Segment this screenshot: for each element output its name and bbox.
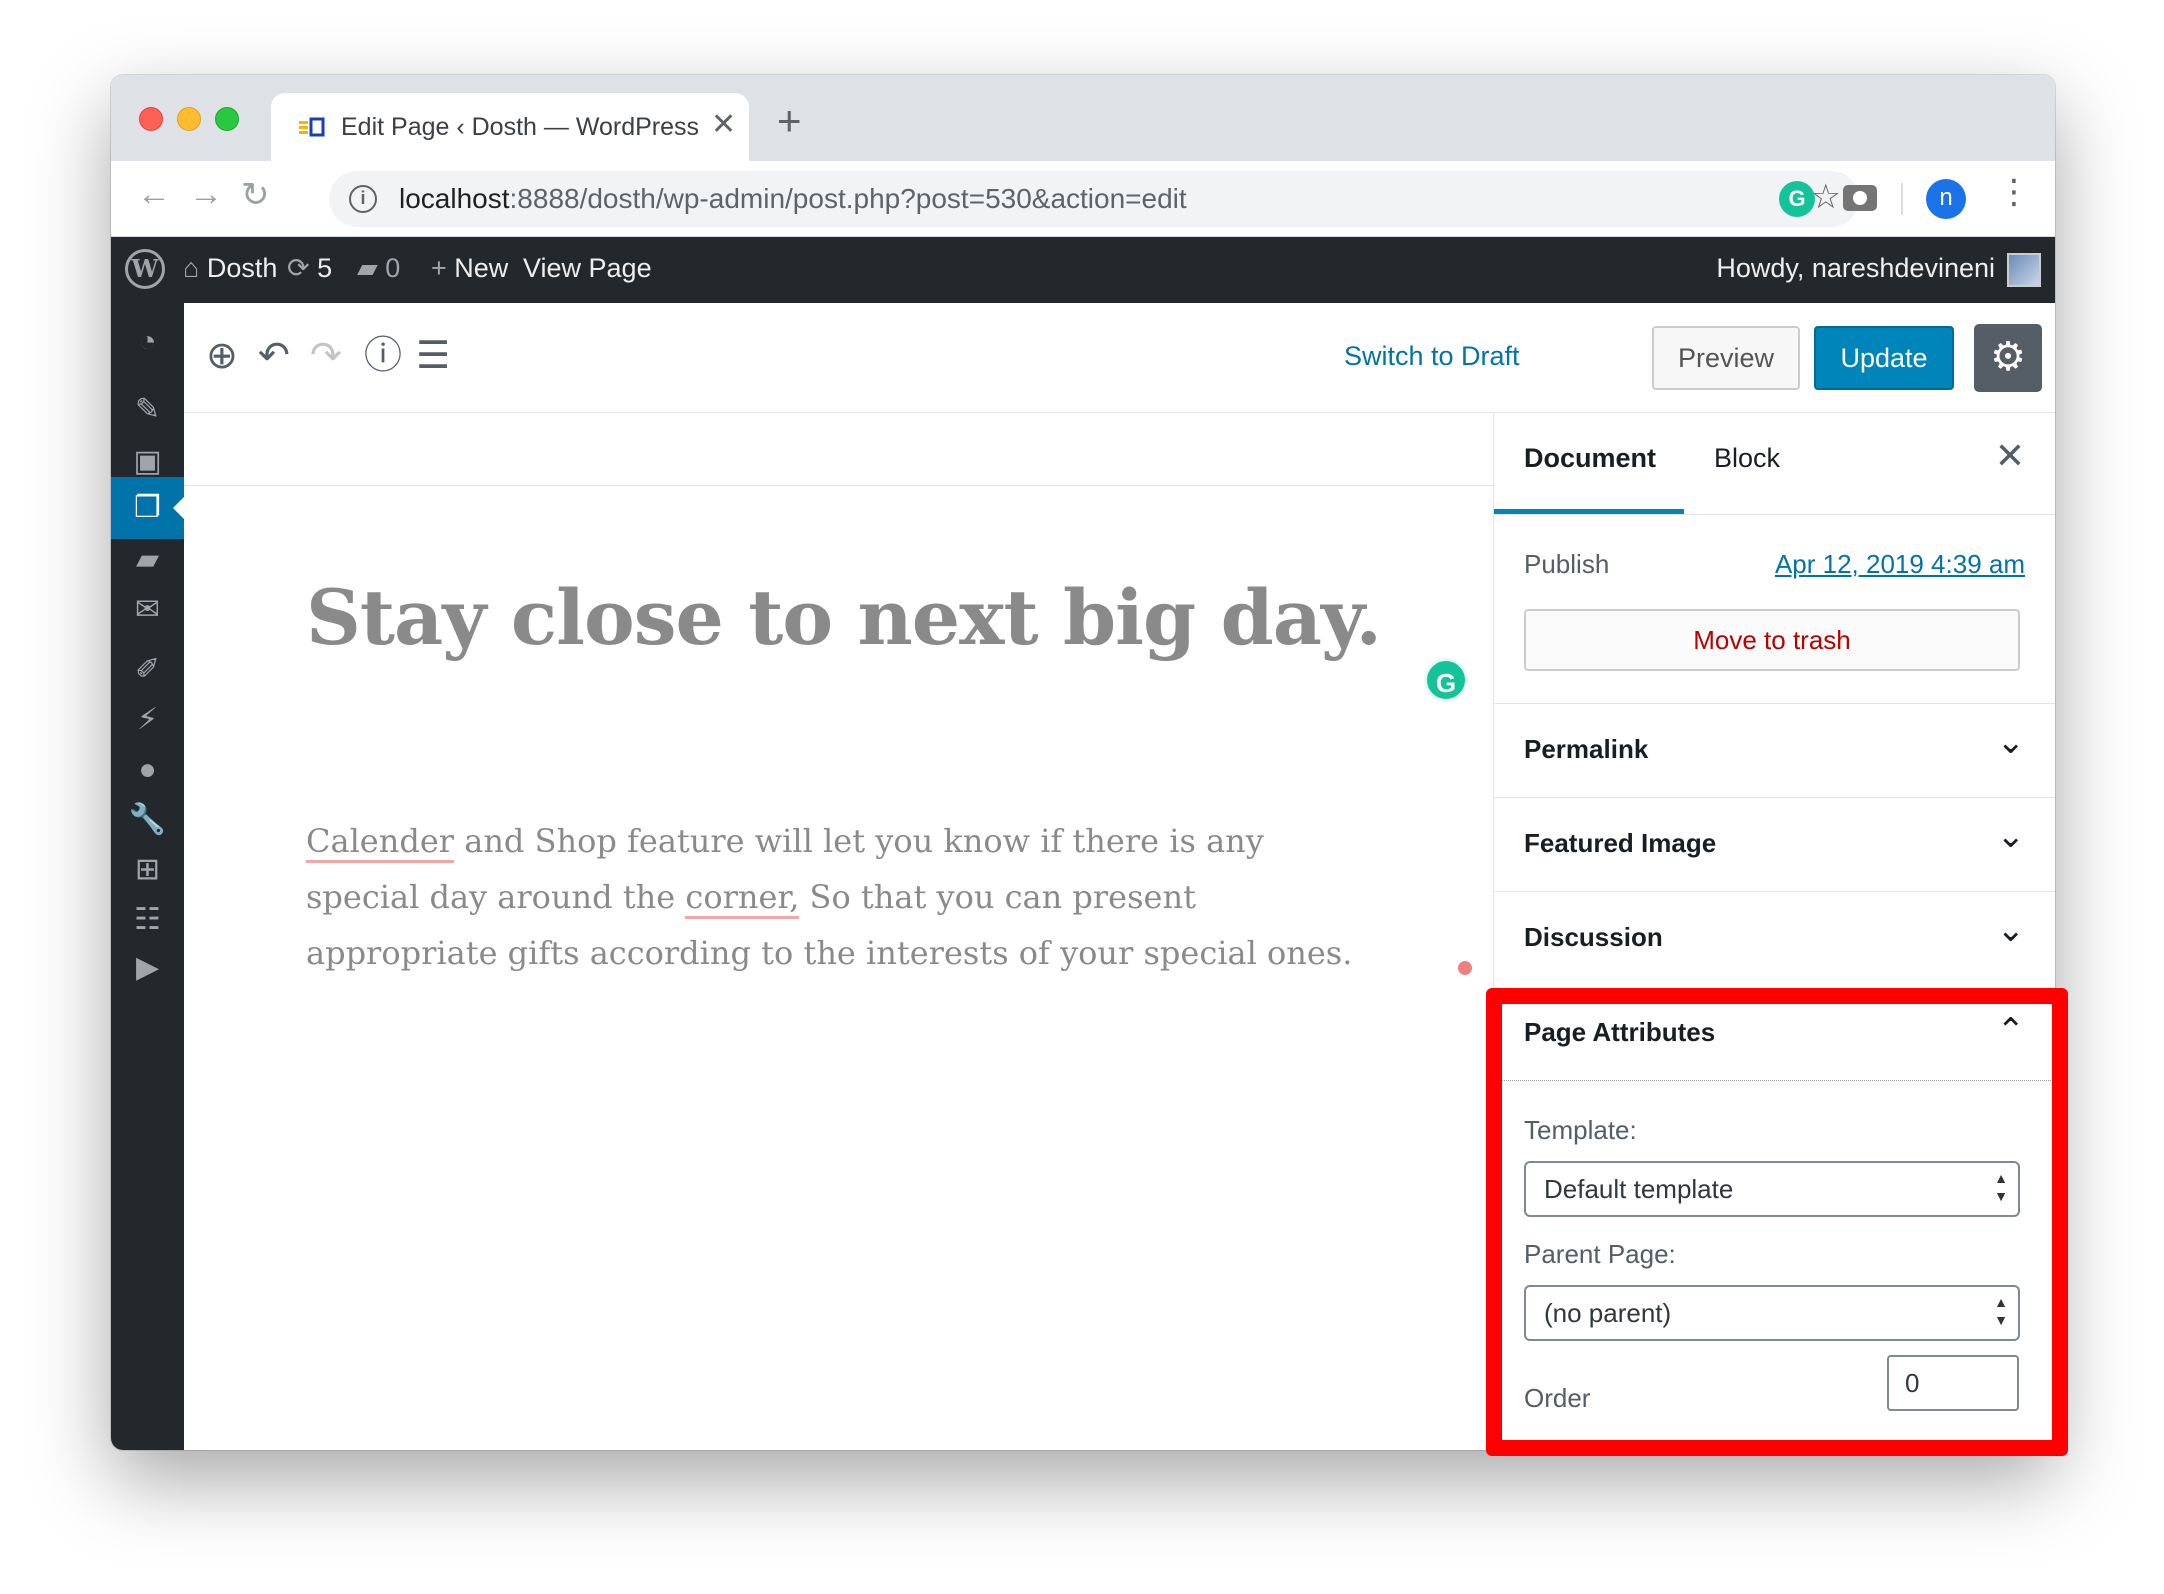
comment-icon: ▰ (357, 253, 378, 283)
view-page-link[interactable]: View Page (523, 253, 652, 284)
back-icon[interactable]: ← (137, 175, 171, 214)
settings-gear-button[interactable]: ⚙ (1974, 324, 2042, 392)
publish-label: Publish (1524, 549, 1610, 579)
redo-icon[interactable]: ↷ (310, 337, 342, 375)
home-icon: ⌂ (183, 253, 200, 283)
content-divider (184, 485, 1493, 486)
wp-admin-bar: W ⌂ Dosth ⟳ 5 ▰ 0 + New View Page Howdy,… (111, 237, 2055, 303)
tab-block[interactable]: Block (1714, 443, 1780, 474)
close-window-button[interactable] (139, 107, 163, 131)
forward-icon[interactable]: → (189, 175, 223, 214)
panel-title: Featured Image (1524, 828, 1717, 858)
add-block-icon[interactable]: ⊕ (206, 337, 238, 375)
browser-tab[interactable]: Edit Page ‹ Dosth — WordPress ✕ (271, 93, 749, 161)
preview-button[interactable]: Preview (1652, 326, 1800, 390)
tab-document[interactable]: Document (1524, 443, 1656, 474)
admin-side-menu: ◔ ✎ ▣ ❐ ▰ ✉ ✐ ⚡ ● 🔧 ⊞ ☷ ▶ (111, 303, 184, 1450)
plus-icon: + (431, 253, 447, 283)
undo-icon[interactable]: ↶ (258, 337, 290, 375)
featured-image-panel[interactable]: Featured Image ⌄ (1494, 797, 2055, 891)
tab-close-icon[interactable]: ✕ (711, 107, 736, 142)
tab-title: Edit Page ‹ Dosth — WordPress (341, 113, 700, 141)
dashboard-icon[interactable]: ◔ (111, 311, 184, 373)
grammarly-icon[interactable]: G (1424, 658, 1468, 702)
highlight-frame (1486, 988, 2068, 1456)
browser-toolbar: ← → ↻ i localhost:8888/dosth/wp-admin/po… (111, 161, 2055, 237)
grammarly-alert-dot[interactable] (1458, 961, 1472, 975)
close-icon[interactable]: ✕ (1995, 435, 2025, 477)
address-bar[interactable]: i localhost:8888/dosth/wp-admin/post.php… (329, 171, 1859, 227)
panel-title: Permalink (1524, 734, 1649, 764)
toolbar-divider (1901, 183, 1903, 215)
site-name-link[interactable]: ⌂ Dosth (183, 253, 277, 284)
updates-icon: ⟳ (287, 253, 310, 283)
play-icon[interactable]: ▶ (111, 937, 184, 999)
updates-link[interactable]: ⟳ 5 (287, 253, 332, 284)
block-navigation-icon[interactable]: ☰ (416, 337, 450, 375)
url-text: localhost:8888/dosth/wp-admin/post.php?p… (399, 183, 1187, 214)
tab-strip: Edit Page ‹ Dosth — WordPress ✕ + (111, 75, 2055, 161)
permalink-panel[interactable]: Permalink ⌄ (1494, 703, 2055, 797)
user-avatar[interactable] (2007, 253, 2041, 287)
maximize-window-button[interactable] (215, 107, 239, 131)
wordpress-logo-icon[interactable]: W (125, 249, 165, 289)
switch-to-draft-button[interactable]: Switch to Draft (1344, 341, 1520, 372)
site-info-icon[interactable]: i (349, 185, 377, 213)
bookmark-star-icon[interactable]: ☆ (1811, 177, 1841, 217)
sidebar-tabs: Document Block ✕ (1494, 413, 2055, 515)
publish-date-link[interactable]: Apr 12, 2019 4:39 am (1775, 549, 2025, 580)
editor-content: Stay close to next big day. G Calender a… (184, 413, 1493, 1450)
reload-icon[interactable]: ↻ (241, 175, 270, 215)
grammarly-extension-icon[interactable]: G (1779, 181, 1815, 217)
content-info-icon[interactable]: ⓘ (364, 337, 402, 375)
active-tab-indicator (1494, 509, 1684, 514)
post-title[interactable]: Stay close to next big day. (306, 573, 1382, 662)
discussion-panel[interactable]: Discussion ⌄ (1494, 891, 2055, 985)
browser-menu-icon[interactable]: ⋮ (1997, 175, 2031, 209)
favicon-icon (299, 117, 325, 137)
minimize-window-button[interactable] (177, 107, 201, 131)
new-tab-icon[interactable]: + (777, 97, 802, 145)
chevron-down-icon: ⌄ (1996, 817, 2026, 855)
spelling-underline: Calender (306, 822, 455, 863)
howdy-user-link[interactable]: Howdy, nareshdevineni (1716, 253, 1995, 284)
comments-link[interactable]: ▰ 0 (357, 253, 400, 284)
profile-avatar[interactable]: n (1926, 179, 1966, 219)
chevron-down-icon: ⌄ (1996, 911, 2026, 949)
mail-icon[interactable]: ✉ (111, 579, 184, 641)
panel-title: Discussion (1524, 922, 1663, 952)
new-content-link[interactable]: + New (431, 253, 508, 284)
gear-icon: ⚙ (1990, 335, 2026, 379)
update-button[interactable]: Update (1814, 326, 1954, 390)
camera-extension-icon[interactable] (1843, 185, 1877, 211)
chevron-down-icon: ⌄ (1996, 723, 2026, 761)
editor-header: ⊕ ↶ ↷ ⓘ ☰ Switch to Draft Preview Update… (184, 303, 2055, 413)
paragraph-block[interactable]: Calender and Shop feature will let you k… (306, 813, 1386, 981)
spelling-underline: corner, (685, 878, 800, 919)
move-to-trash-button[interactable]: Move to trash (1524, 609, 2020, 671)
